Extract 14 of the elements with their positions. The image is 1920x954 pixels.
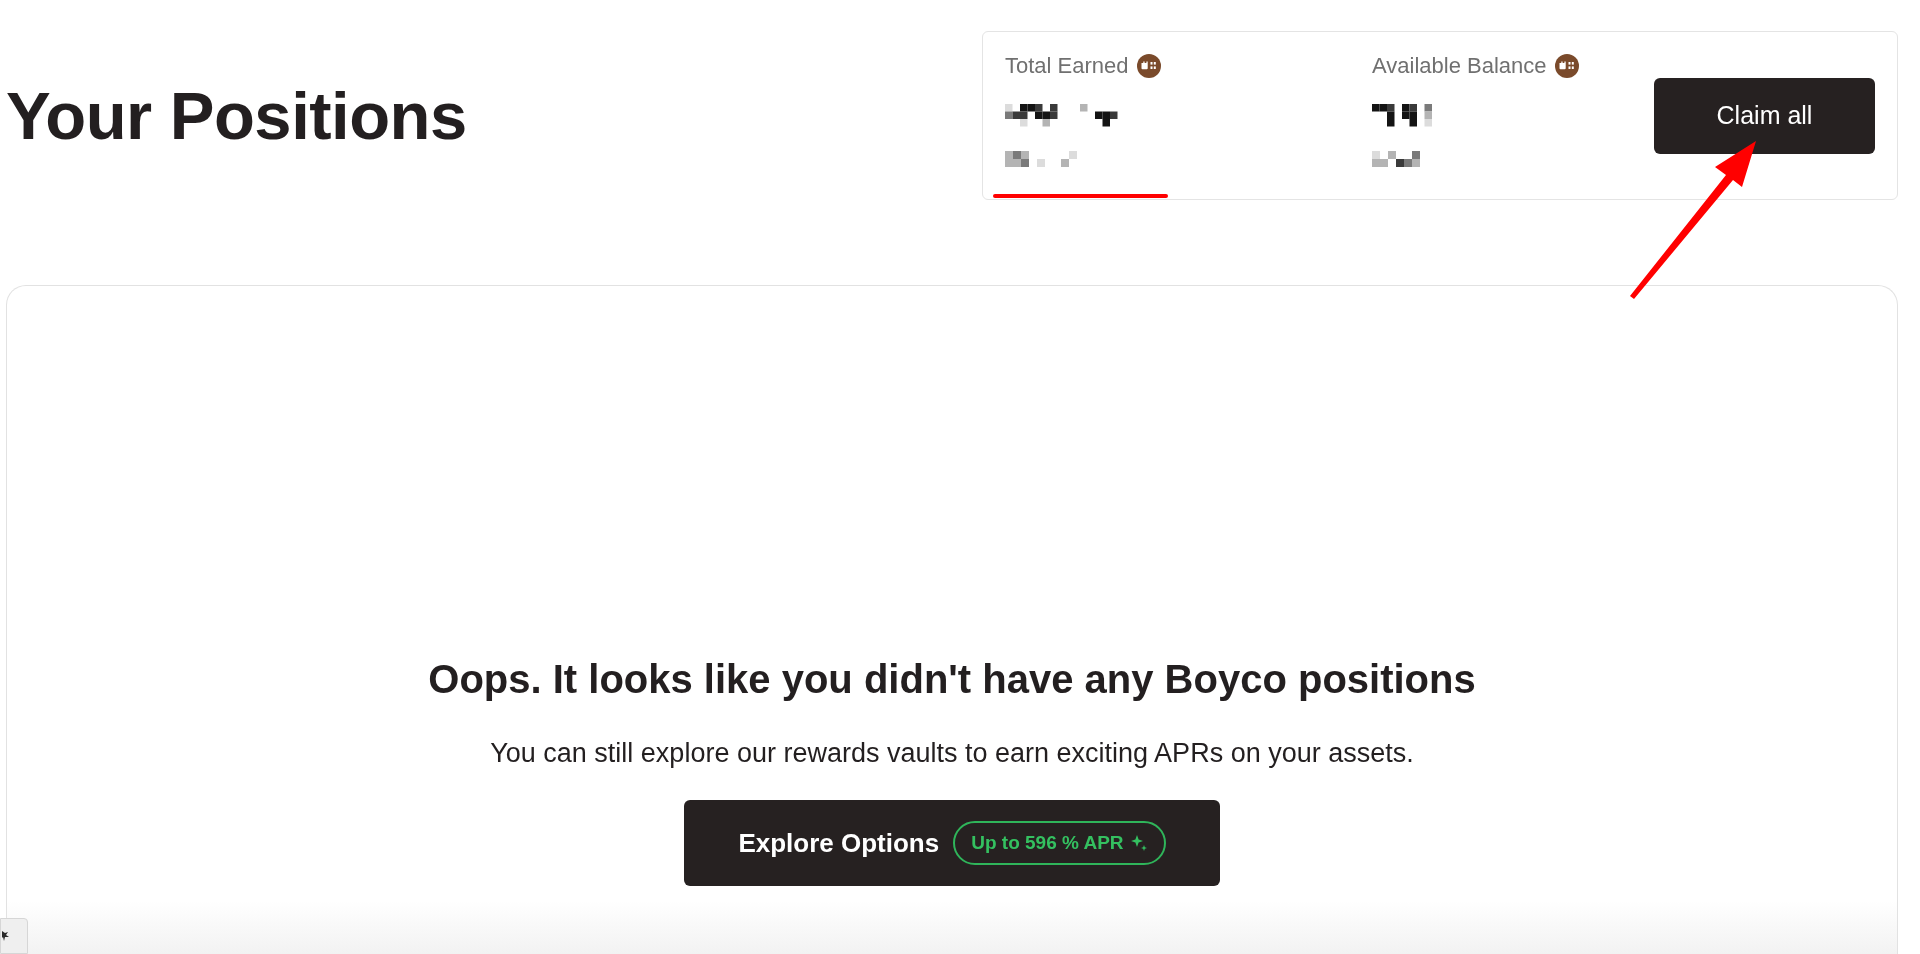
pixelated-amount-drawing [1372,150,1420,167]
explore-options-button[interactable]: Explore Options Up to 596 % APR [684,800,1220,886]
asterisk-icon [2,931,9,941]
empty-state-heading: Oops. It looks like you didn't have any Boyco positions [428,656,1476,703]
token-icon [1136,54,1161,78]
corner-tab[interactable] [0,918,28,954]
page-title: Your Positions [6,82,467,149]
empty-state-message: You can still explore our rewards vaults to earn exciting APRs on your assets. [490,737,1414,770]
stat-label: Total Earned [1005,52,1129,80]
stat-label: Available Balance [1372,52,1547,80]
pixelated-amount-drawing [1005,150,1077,167]
claim-all-button[interactable]: Claim all [1654,77,1875,154]
apr-text: Up to 596 % APR [971,830,1124,855]
token-icon [1554,54,1579,78]
